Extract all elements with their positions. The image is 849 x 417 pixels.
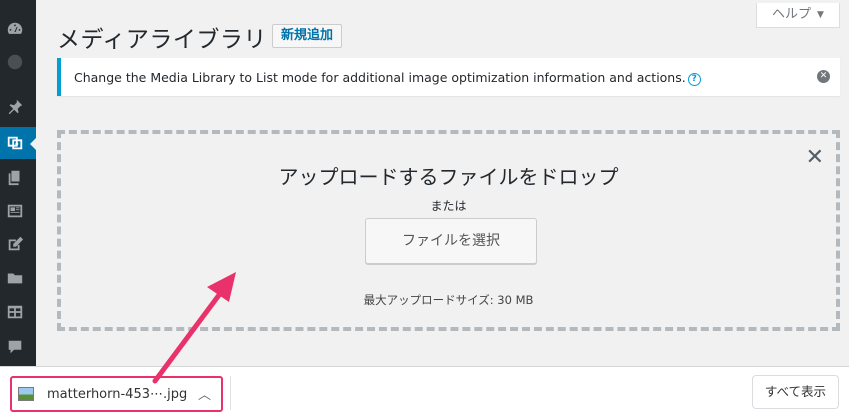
page-title: メディアライブラリ <box>57 27 267 53</box>
notice-message: Change the Media Library to List mode fo… <box>74 70 701 86</box>
dismiss-icon[interactable]: ✕ <box>817 70 830 83</box>
table-icon[interactable] <box>4 301 26 323</box>
drop-instructions: アップロードするファイルをドロップ <box>278 165 619 189</box>
media-icon[interactable] <box>4 132 26 154</box>
folder-icon[interactable] <box>4 267 26 289</box>
or-label: または <box>430 199 467 213</box>
info-notice: Change the Media Library to List mode fo… <box>57 58 840 96</box>
pages-icon[interactable] <box>4 166 26 188</box>
notice-text: Change the Media Library to List mode fo… <box>74 70 686 85</box>
upload-dropzone[interactable]: ✕ アップロードするファイルをドロップ または ファイルを選択 最大アップロード… <box>57 130 840 331</box>
help-icon[interactable]: ? <box>687 73 701 86</box>
chevron-up-icon[interactable]: ︿ <box>198 384 211 403</box>
max-upload-size: 最大アップロードサイズ: 30 MB <box>363 293 534 307</box>
download-bar: matterhorn-453⋯.jpg ︿ すべて表示 <box>0 366 849 417</box>
admin-sidebar <box>0 0 36 366</box>
download-file-name: matterhorn-453⋯.jpg <box>47 387 188 402</box>
comment-icon[interactable] <box>4 336 26 358</box>
download-item[interactable]: matterhorn-453⋯.jpg ︿ <box>10 376 223 412</box>
image-file-icon <box>18 387 34 401</box>
select-files-button[interactable]: ファイルを選択 <box>365 218 537 264</box>
help-label: ヘルプ <box>772 7 812 22</box>
help-tab[interactable]: ヘルプ ▼ <box>756 3 840 28</box>
caret-down-icon: ▼ <box>817 10 824 20</box>
active-menu-arrow <box>30 138 36 150</box>
form-icon[interactable] <box>4 200 26 222</box>
avatar-icon[interactable] <box>4 51 26 73</box>
edit-icon[interactable] <box>4 233 26 255</box>
pin-icon[interactable] <box>4 96 26 118</box>
show-all-button[interactable]: すべて表示 <box>752 375 839 409</box>
dashboard-icon[interactable] <box>4 18 26 40</box>
divider <box>230 376 231 410</box>
add-new-button[interactable]: 新規追加 <box>272 24 343 48</box>
